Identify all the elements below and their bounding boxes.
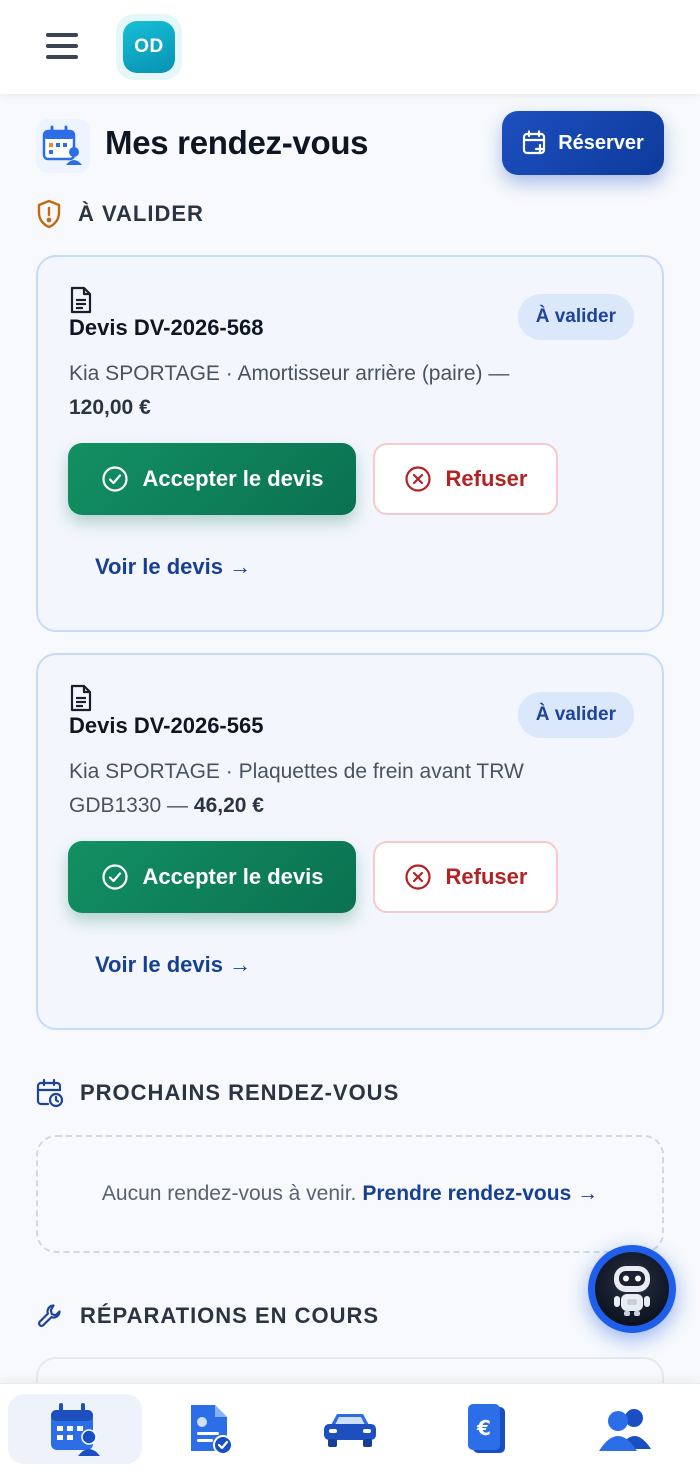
- accept-quote-button[interactable]: Accepter le devis: [68, 841, 356, 913]
- section-repairs: RÉPARATIONS EN COURS: [36, 1302, 379, 1330]
- quote-amount: 46,20 €: [193, 794, 264, 817]
- quote-description-text: Kia SPORTAGE · Plaquettes de frein avant…: [69, 760, 524, 817]
- page-header: Mes rendez-vous Réserver: [36, 111, 664, 176]
- quote-card: Devis DV-2026-565 À valider Kia SPORTAGE…: [36, 653, 664, 1030]
- nav-quotes[interactable]: [144, 1394, 278, 1464]
- empty-text: Aucun rendez-vous à venir.: [101, 1182, 357, 1205]
- wrench-icon: [38, 1304, 61, 1327]
- calendar-plus-icon: [523, 130, 546, 155]
- accept-quote-button[interactable]: Accepter le devis: [68, 443, 356, 515]
- x-circle-icon: [404, 864, 431, 890]
- quote-title: Devis DV-2026-565: [69, 713, 264, 738]
- section-upcoming: PROCHAINS RENDEZ-VOUS: [36, 1078, 399, 1108]
- nav-appointments[interactable]: [8, 1394, 142, 1464]
- calendar-user-icon: [36, 119, 90, 173]
- nav-team[interactable]: [558, 1394, 692, 1464]
- see-quote-link[interactable]: Voir le devis →: [95, 554, 251, 580]
- euro-invoice-icon: €: [468, 1404, 505, 1453]
- users-icon: [599, 1409, 651, 1451]
- accept-button-label: Accepter le devis: [142, 864, 324, 889]
- upcoming-empty-state: Aucun rendez-vous à venir. Prendre rende…: [36, 1135, 664, 1253]
- car-icon: [324, 1414, 376, 1447]
- refuse-quote-button[interactable]: Refuser: [373, 841, 558, 913]
- status-badge: À valider: [517, 692, 634, 738]
- document-icon: [70, 286, 92, 314]
- quote-description-text: Kia SPORTAGE · Amortisseur arrière (pair…: [69, 362, 510, 385]
- section-to-validate: À VALIDER: [36, 199, 204, 229]
- robot-icon: [614, 1266, 650, 1316]
- check-circle-icon: [101, 864, 128, 890]
- shield-alert-icon: [37, 199, 61, 229]
- reserve-button-label: Réserver: [558, 131, 644, 154]
- calendar-clock-icon: [36, 1078, 64, 1108]
- nav-vehicles[interactable]: [283, 1394, 417, 1464]
- refuse-button-label: Refuser: [445, 466, 528, 491]
- bottom-navigation: €: [0, 1383, 700, 1471]
- document-icon: [70, 684, 92, 712]
- hamburger-menu-icon[interactable]: [44, 30, 80, 62]
- avatar-initials: OD: [123, 21, 175, 73]
- quote-description: Kia SPORTAGE · Plaquettes de frein avant…: [69, 755, 589, 823]
- quote-amount: 120,00 €: [69, 396, 151, 419]
- svg-text:€: €: [476, 1416, 491, 1440]
- section-title: PROCHAINS RENDEZ-VOUS: [80, 1080, 400, 1105]
- see-quote-link[interactable]: Voir le devis →: [95, 952, 251, 978]
- nav-invoices[interactable]: €: [420, 1394, 554, 1464]
- calendar-icon: [51, 1403, 100, 1456]
- book-appointment-link[interactable]: Prendre rendez-vous →: [362, 1182, 598, 1206]
- avatar[interactable]: OD: [116, 14, 182, 80]
- quote-title: Devis DV-2026-568: [69, 315, 264, 340]
- refuse-button-label: Refuser: [445, 864, 528, 889]
- page-title: Mes rendez-vous: [105, 124, 369, 161]
- refuse-quote-button[interactable]: Refuser: [373, 443, 558, 515]
- reserve-button[interactable]: Réserver: [502, 111, 664, 175]
- assistant-bot-button[interactable]: [588, 1245, 676, 1333]
- x-circle-icon: [404, 466, 431, 492]
- section-title: RÉPARATIONS EN COURS: [80, 1303, 380, 1328]
- quote-card: Devis DV-2026-568 À valider Kia SPORTAGE…: [36, 255, 664, 632]
- document-check-icon: [191, 1405, 233, 1455]
- status-badge: À valider: [517, 294, 634, 340]
- section-title: À VALIDER: [78, 201, 204, 226]
- check-circle-icon: [101, 466, 128, 492]
- accept-button-label: Accepter le devis: [142, 466, 324, 491]
- top-bar: OD: [0, 0, 700, 94]
- quote-description: Kia SPORTAGE · Amortisseur arrière (pair…: [69, 357, 589, 425]
